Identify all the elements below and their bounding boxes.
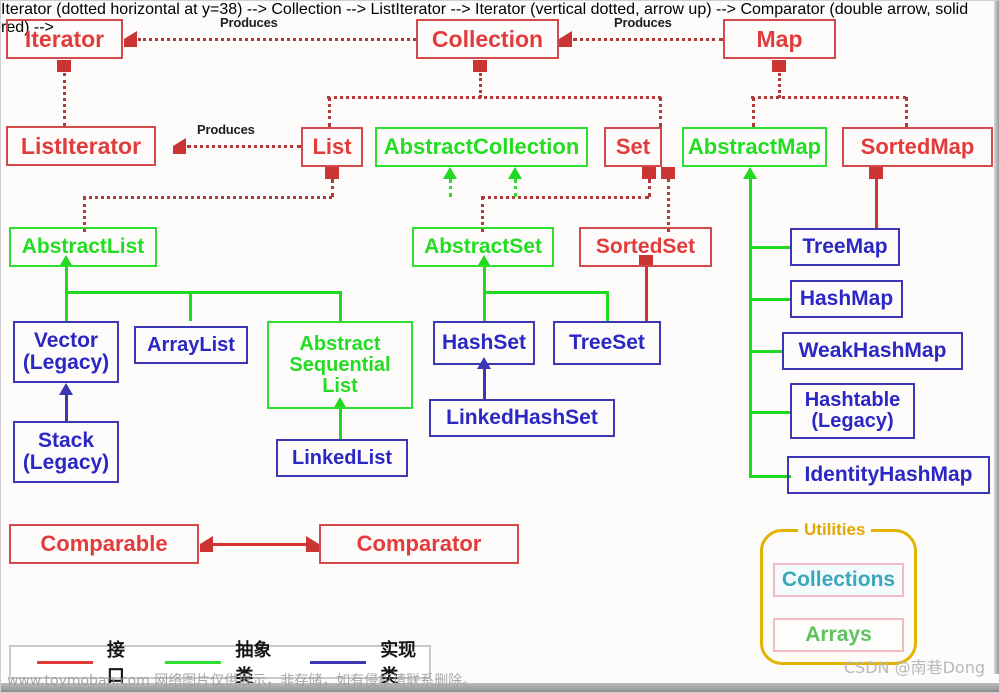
arrowhead-set-extends <box>661 167 675 179</box>
node-sorted-map[interactable]: SortedMap <box>842 127 993 167</box>
arrowhead-set-implements <box>642 167 656 179</box>
edge-trunk-to-identityhashmap <box>749 475 791 478</box>
edge-abstractset-into-set <box>648 179 651 197</box>
edge-trunk-to-treemap <box>749 246 791 249</box>
edge-abstractlist-bus-up <box>65 267 68 291</box>
node-vector[interactable]: Vector (Legacy) <box>13 321 119 383</box>
arrowhead-comparable-left <box>200 536 213 552</box>
node-stack[interactable]: Stack (Legacy) <box>13 421 119 483</box>
edge-abstractset-bus-up <box>483 267 486 291</box>
edge-bus-to-collection <box>479 73 482 98</box>
edge-label-produces-map: Produces <box>614 15 672 30</box>
node-collections-utility[interactable]: Collections <box>773 563 904 597</box>
edge-trunk-to-hashmap <box>749 298 791 301</box>
arrowhead-map-extends <box>772 60 786 72</box>
node-identity-hash-map[interactable]: IdentityHashMap <box>787 456 990 494</box>
node-weak-hash-map[interactable]: WeakHashMap <box>782 332 963 370</box>
node-abstract-map[interactable]: AbstractMap <box>682 127 827 167</box>
edge-bus-down-to-vector <box>65 291 68 321</box>
edge-stack-extends-vector <box>65 395 68 421</box>
legend-swatch-implementation <box>310 660 367 664</box>
edge-bus-down-to-set <box>659 97 662 127</box>
node-abstract-collection[interactable]: AbstractCollection <box>375 127 588 167</box>
edge-bus-down-to-abstractmap <box>752 97 755 127</box>
arrowhead-abstractcollection-left <box>443 167 457 179</box>
edge-label-produces-listiterator: Produces <box>197 122 255 137</box>
arrowhead-listiterator-produces <box>173 138 186 154</box>
node-hash-map[interactable]: HashMap <box>790 280 903 318</box>
edge-treeset-implements-sortedset <box>645 267 648 321</box>
arrowhead-comparator-right <box>306 536 319 552</box>
diagram-canvas: Iterator (dotted horizontal at y=38) -->… <box>0 0 1000 693</box>
legend-swatch-interface <box>37 660 93 664</box>
arrowhead-abstractcollection-right <box>508 167 522 179</box>
node-arrays-utility[interactable]: Arrays <box>773 618 904 652</box>
edge-abstractset-across <box>481 196 649 199</box>
edge-label-produces-iterator: Produces <box>220 15 278 30</box>
edge-map-child-bus <box>751 96 906 99</box>
node-comparable[interactable]: Comparable <box>9 524 199 564</box>
node-list-iterator[interactable]: ListIterator <box>6 126 156 166</box>
node-array-list[interactable]: ArrayList <box>134 326 248 364</box>
edge-bus-down-to-treeset <box>606 291 609 321</box>
watermark-source: www.toymoban.com 网络图片仅供展示，非存储，如有侵权请联系删除。 <box>7 673 477 689</box>
edge-bus-down-to-abstractsequentiallist <box>339 291 342 321</box>
watermark-csdn: CSDN @南巷Dong <box>843 658 985 677</box>
edge-bus-down-to-sortedmap <box>905 97 908 127</box>
arrowhead-abstractmap-extends <box>743 167 757 179</box>
edge-map-produces-collection <box>573 38 723 41</box>
arrowhead-iterator-produces <box>124 31 137 47</box>
edge-bus-down-to-arraylist <box>189 291 192 321</box>
edge-sortedset-extends-set <box>667 179 670 232</box>
node-hashtable[interactable]: Hashtable (Legacy) <box>790 383 915 439</box>
arrowhead-collection-extends <box>473 60 487 72</box>
edge-abstractcollection-left-stub <box>449 179 452 197</box>
node-set[interactable]: Set <box>604 127 662 167</box>
node-linked-hash-set[interactable]: LinkedHashSet <box>429 399 615 437</box>
arrowhead-collection-produces <box>559 31 572 47</box>
arrowhead-vector-extends <box>59 383 73 395</box>
edge-linkedhashset-extends-hashset <box>483 369 486 399</box>
node-abstract-set[interactable]: AbstractSet <box>412 227 554 267</box>
node-tree-set[interactable]: TreeSet <box>553 321 661 365</box>
edge-list-produces-listiterator <box>187 145 301 148</box>
node-linked-list[interactable]: LinkedList <box>276 439 408 477</box>
edge-trunk-to-weakhashmap <box>749 350 782 353</box>
edge-bus-down-to-hashset <box>483 291 486 321</box>
node-sorted-set[interactable]: SortedSet <box>579 227 712 267</box>
node-iterator[interactable]: Iterator <box>6 19 123 59</box>
utilities-group-title: Utilities <box>798 520 872 540</box>
arrowhead-iterator-extends <box>57 60 71 72</box>
edge-collection-produces-iterator <box>138 38 416 41</box>
edge-bus-to-map <box>778 73 781 98</box>
node-abstract-sequential-list[interactable]: Abstract Sequential List <box>267 321 413 409</box>
edge-listiterator-extends-iterator <box>63 73 66 126</box>
edge-abstractlist-child-bus <box>65 291 341 294</box>
node-map[interactable]: Map <box>723 19 836 59</box>
edge-abstractlist-across <box>83 196 332 199</box>
edge-abstractcollection-right-stub <box>514 179 517 197</box>
scan-edge-strip <box>994 1 999 674</box>
edge-comparable-comparator <box>213 543 307 546</box>
edge-trunk-to-hashtable <box>749 411 791 414</box>
node-list[interactable]: List <box>301 127 363 167</box>
edge-abstractmap-trunk <box>749 179 752 476</box>
edge-bus-down-to-list <box>328 97 331 127</box>
arrowhead-sortedmap-implements <box>869 167 883 179</box>
edge-abstractlist-into-list <box>331 179 334 197</box>
node-tree-map[interactable]: TreeMap <box>790 228 900 266</box>
node-abstract-list[interactable]: AbstractList <box>9 227 157 267</box>
node-hash-set[interactable]: HashSet <box>433 321 535 365</box>
edge-treemap-implements-sortedmap <box>875 179 878 229</box>
edge-collection-child-bus <box>327 96 661 99</box>
edge-linkedlist-extends-asl <box>339 409 342 439</box>
edge-abstractset-child-bus <box>483 291 607 294</box>
node-collection[interactable]: Collection <box>416 19 559 59</box>
legend-swatch-abstract <box>165 660 222 664</box>
node-comparator[interactable]: Comparator <box>319 524 519 564</box>
arrowhead-list-implements <box>325 167 339 179</box>
